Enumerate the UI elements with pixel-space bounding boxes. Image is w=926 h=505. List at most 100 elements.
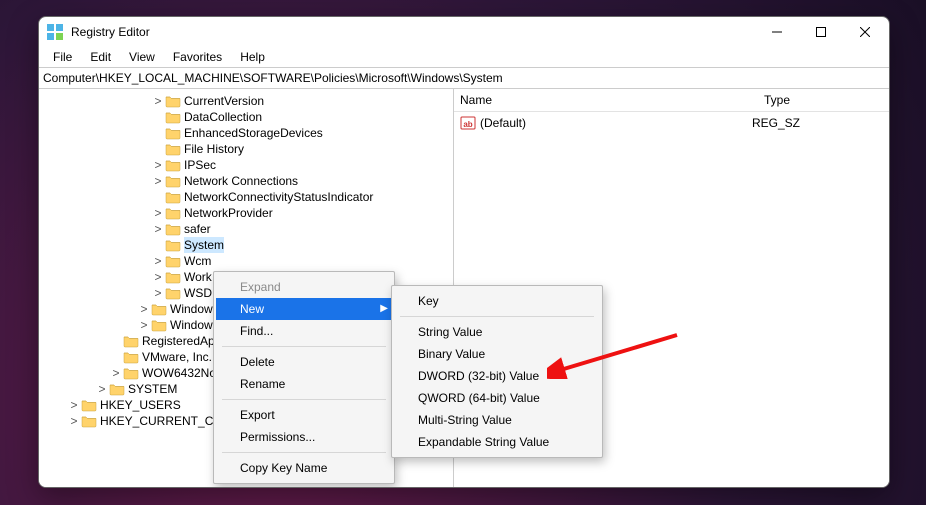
expand-toggle-icon[interactable]: >: [137, 301, 151, 317]
window-controls: [755, 17, 887, 47]
regedit-icon: [47, 24, 63, 40]
ctx-copy-key-name[interactable]: Copy Key Name: [216, 457, 396, 479]
sub-dword-value[interactable]: DWORD (32-bit) Value: [394, 365, 600, 387]
tree-item-label: DataCollection: [184, 109, 262, 125]
sub-multistring-value[interactable]: Multi-String Value: [394, 409, 600, 431]
folder-icon: [123, 350, 139, 364]
folder-icon: [151, 318, 167, 332]
tree-item-label: WOW6432Noc: [142, 365, 222, 381]
folder-icon: [165, 286, 181, 300]
expand-toggle-icon[interactable]: >: [67, 397, 81, 413]
new-submenu[interactable]: Key String Value Binary Value DWORD (32-…: [391, 285, 603, 458]
address-bar[interactable]: Computer\HKEY_LOCAL_MACHINE\SOFTWARE\Pol…: [39, 67, 889, 89]
tree-item-label: EnhancedStorageDevices: [184, 125, 323, 141]
expand-toggle-icon[interactable]: >: [151, 285, 165, 301]
tree-item-networkconnectivitystatusindicator[interactable]: NetworkConnectivityStatusIndicator: [43, 189, 453, 205]
tree-item-label: File History: [184, 141, 244, 157]
expand-toggle-icon[interactable]: >: [95, 381, 109, 397]
ctx-separator: [222, 399, 386, 400]
ctx-export[interactable]: Export: [216, 404, 396, 426]
menubar: File Edit View Favorites Help: [39, 47, 889, 67]
ctx-separator: [222, 452, 386, 453]
minimize-button[interactable]: [755, 17, 799, 47]
tree-item-networkconnections[interactable]: >Network Connections: [43, 173, 453, 189]
ctx-delete[interactable]: Delete: [216, 351, 396, 373]
list-header[interactable]: Name Type: [454, 89, 889, 112]
tree-item-label: NetworkProvider: [184, 205, 273, 221]
ctx-separator: [222, 346, 386, 347]
expand-toggle-icon[interactable]: >: [151, 221, 165, 237]
folder-icon: [165, 238, 181, 252]
string-value-icon: ab: [460, 115, 476, 131]
value-row[interactable]: ab (Default) REG_SZ: [454, 112, 889, 132]
ctx-rename[interactable]: Rename: [216, 373, 396, 395]
folder-icon: [123, 366, 139, 380]
expand-toggle-icon[interactable]: >: [151, 173, 165, 189]
tree-item-label: WSD: [184, 285, 212, 301]
value-type: REG_SZ: [752, 116, 889, 130]
tree-item-label: SYSTEM: [128, 381, 177, 397]
expand-toggle-icon[interactable]: >: [151, 93, 165, 109]
expand-toggle-icon[interactable]: >: [151, 269, 165, 285]
tree-item-label: Window: [170, 301, 213, 317]
tree-item-label: Work: [184, 269, 212, 285]
close-button[interactable]: [843, 17, 887, 47]
menu-file[interactable]: File: [45, 48, 80, 66]
folder-icon: [151, 302, 167, 316]
value-name: (Default): [480, 116, 752, 130]
tree-item-wcm[interactable]: > Wcm: [43, 253, 453, 269]
sub-key[interactable]: Key: [394, 290, 600, 312]
tree-item-label: RegisteredApp: [142, 333, 221, 349]
tree-item-label: Wcm: [184, 253, 211, 269]
folder-icon: [165, 142, 181, 156]
sub-string-value[interactable]: String Value: [394, 321, 600, 343]
maximize-button[interactable]: [799, 17, 843, 47]
expand-toggle-icon[interactable]: >: [67, 413, 81, 429]
tree-item-ipsec[interactable]: >IPSec: [43, 157, 453, 173]
tree-item-safer[interactable]: > safer: [43, 221, 453, 237]
tree-item-label: VMware, Inc.: [142, 349, 212, 365]
folder-icon: [109, 382, 125, 396]
ctx-separator: [400, 316, 594, 317]
sub-binary-value[interactable]: Binary Value: [394, 343, 600, 365]
tree-item-label: safer: [184, 221, 211, 237]
expand-toggle-icon[interactable]: >: [137, 317, 151, 333]
expand-toggle-icon[interactable]: >: [151, 157, 165, 173]
tree-item-system[interactable]: System: [43, 237, 453, 253]
ctx-new-label: New: [240, 302, 264, 316]
window-title: Registry Editor: [71, 25, 150, 39]
folder-icon: [123, 334, 139, 348]
ctx-permissions[interactable]: Permissions...: [216, 426, 396, 448]
folder-icon: [165, 222, 181, 236]
folder-icon: [81, 414, 97, 428]
tree-item-label: HKEY_CURRENT_CO: [100, 413, 223, 429]
tree-item-label: HKEY_USERS: [100, 397, 181, 413]
ctx-new[interactable]: New ▶: [216, 298, 396, 320]
tree-item-networkprovider[interactable]: > NetworkProvider: [43, 205, 453, 221]
column-name[interactable]: Name: [454, 93, 758, 107]
sub-expandable-string-value[interactable]: Expandable String Value: [394, 431, 600, 453]
ctx-find[interactable]: Find...: [216, 320, 396, 342]
tree-item-filehistory[interactable]: File History: [43, 141, 453, 157]
menu-view[interactable]: View: [121, 48, 163, 66]
tree-item-enhancedstoragedevices[interactable]: EnhancedStorageDevices: [43, 125, 453, 141]
folder-icon: [165, 126, 181, 140]
folder-icon: [165, 270, 181, 284]
folder-icon: [165, 110, 181, 124]
expand-toggle-icon[interactable]: >: [151, 205, 165, 221]
tree-item-datacollection[interactable]: DataCollection: [43, 109, 453, 125]
folder-icon: [165, 190, 181, 204]
tree-item-label: NetworkConnectivityStatusIndicator: [184, 189, 373, 205]
expand-toggle-icon[interactable]: >: [109, 365, 123, 381]
expand-toggle-icon[interactable]: >: [151, 253, 165, 269]
menu-edit[interactable]: Edit: [82, 48, 119, 66]
menu-favorites[interactable]: Favorites: [165, 48, 230, 66]
sub-qword-value[interactable]: QWORD (64-bit) Value: [394, 387, 600, 409]
tree-item-label: CurrentVersion: [184, 93, 264, 109]
column-type[interactable]: Type: [758, 93, 889, 107]
folder-icon: [165, 254, 181, 268]
folder-icon: [165, 206, 181, 220]
menu-help[interactable]: Help: [232, 48, 273, 66]
context-menu[interactable]: Expand New ▶ Find... Delete Rename Expor…: [213, 271, 395, 484]
tree-item-currentversion[interactable]: > CurrentVersion: [43, 93, 453, 109]
